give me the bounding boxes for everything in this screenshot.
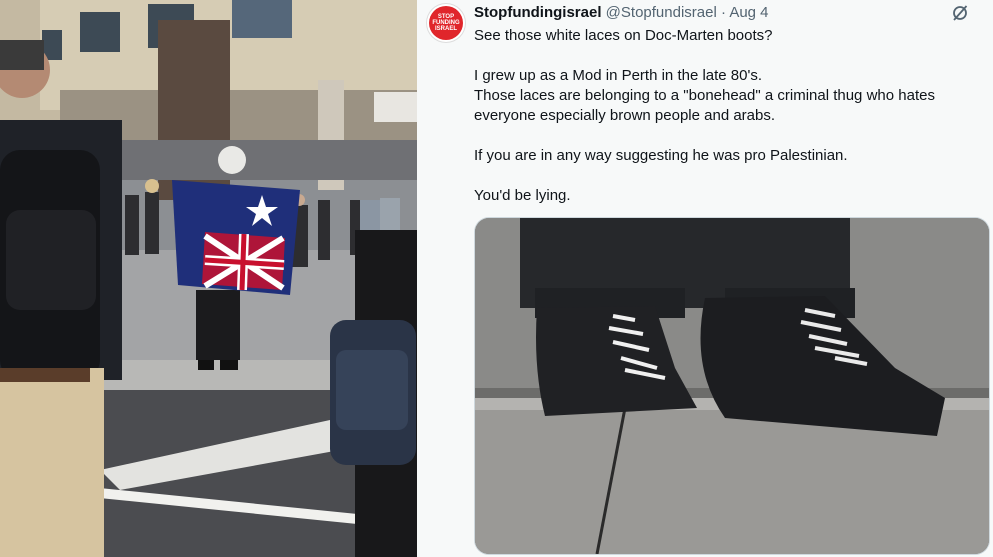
post-media-image[interactable] — [475, 218, 989, 554]
avatar-text-line-3: ISRAEL — [434, 26, 457, 32]
post-body: See those white laces on Doc-Marten boot… — [474, 26, 974, 226]
photo-scene — [0, 0, 417, 557]
post-date[interactable]: Aug 4 — [729, 4, 768, 21]
display-name[interactable]: Stopfundingisrael — [474, 4, 602, 21]
post-paragraph: I grew up as a Mod in Perth in the late … — [474, 67, 935, 124]
post-paragraph: See those white laces on Doc-Marten boot… — [474, 27, 773, 44]
avatar-logo: STOP FUNDING ISRAEL — [429, 6, 463, 40]
street-protest-photo — [0, 0, 417, 557]
separator-dot: · — [720, 4, 726, 21]
boots-closeup-photo — [475, 218, 989, 554]
post-paragraph: If you are in any way suggesting he was … — [474, 147, 848, 164]
post-paragraph: You'd be lying. — [474, 187, 571, 204]
avatar[interactable]: STOP FUNDING ISRAEL — [427, 4, 465, 42]
grok-slash-icon[interactable] — [951, 4, 969, 22]
post-header: Stopfundingisrael @Stopfundisrael · Aug … — [474, 4, 769, 21]
post-panel: STOP FUNDING ISRAEL Stopfundingisrael @S… — [417, 0, 993, 557]
user-handle[interactable]: @Stopfundisrael — [606, 4, 717, 21]
